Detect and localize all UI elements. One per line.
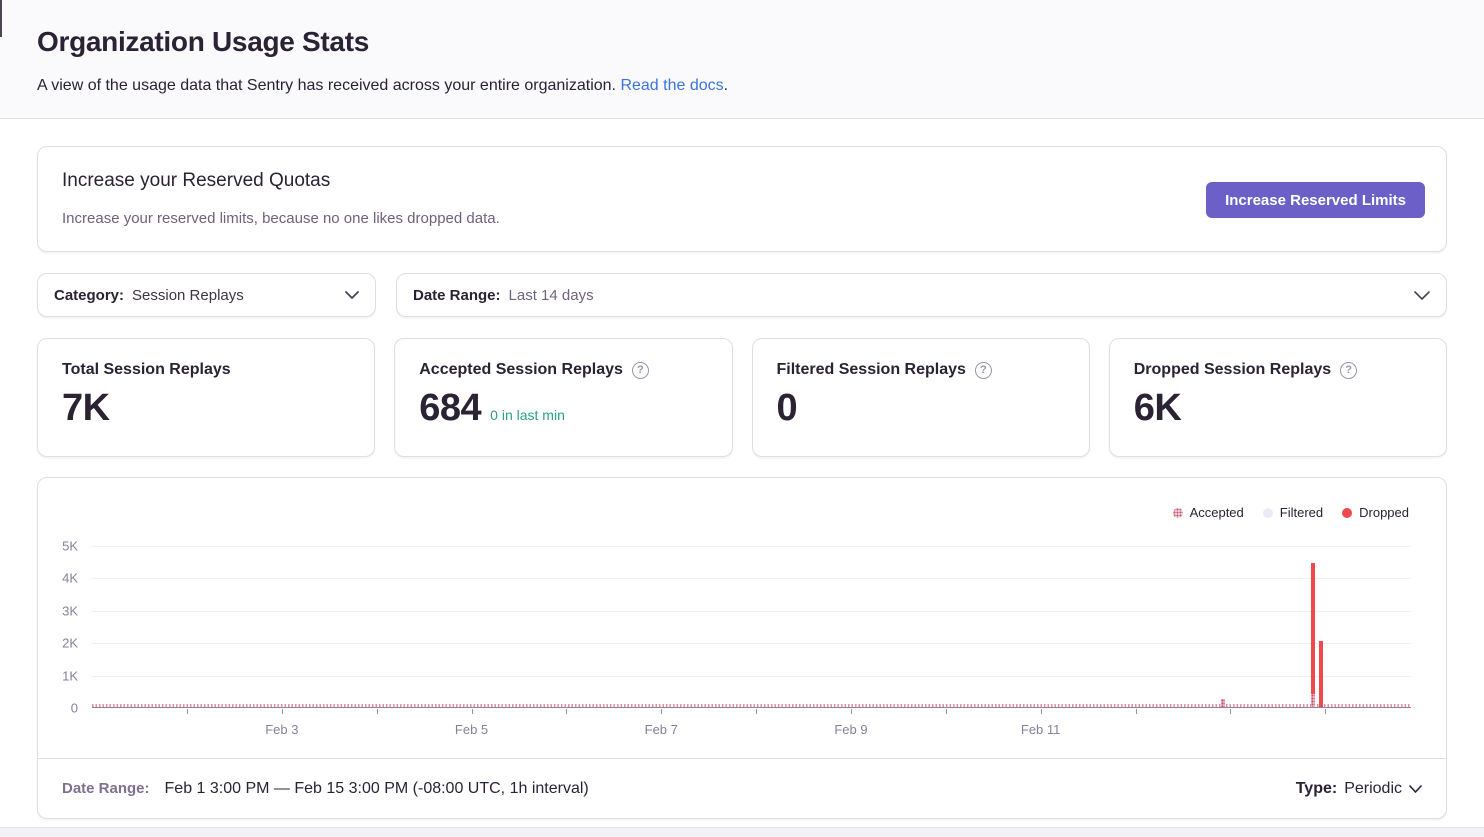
footer-date-range-value: Feb 1 3:00 PM — Feb 15 3:00 PM (-08:00 U… <box>165 780 589 798</box>
x-axis-tick <box>1230 709 1231 714</box>
page-header: Organization Usage Stats A view of the u… <box>0 0 1484 119</box>
stat-card-filtered: Filtered Session Replays ? 0 <box>752 338 1090 457</box>
y-axis-tick-label: 3K <box>62 603 78 618</box>
y-axis-tick-label: 4K <box>62 571 78 586</box>
page-subtitle-text: A view of the usage data that Sentry has… <box>37 77 616 94</box>
stat-card-accepted: Accepted Session Replays ? 684 0 in last… <box>394 338 732 457</box>
chevron-down-icon <box>345 291 359 299</box>
chart-type-value: Periodic <box>1344 780 1402 798</box>
stat-card-value: 684 <box>419 387 481 430</box>
chart-plot: 01K2K3K4K5KFeb 3Feb 5Feb 7Feb 9Feb 11 <box>92 546 1411 708</box>
x-axis-tick <box>472 709 473 714</box>
chart-footer: Date Range: Feb 1 3:00 PM — Feb 15 3:00 … <box>38 758 1446 818</box>
dropped-bar <box>1311 563 1315 707</box>
x-axis-tick <box>187 709 188 714</box>
gridline <box>92 676 1411 677</box>
usage-chart: Accepted Filtered Dropped 01K2K3K4K5KFeb… <box>38 478 1446 760</box>
x-axis-tick-label: Feb 11 <box>1021 722 1061 737</box>
x-axis-tick <box>282 709 283 714</box>
x-axis-tick <box>756 709 757 714</box>
footer-date-range-label: Date Range: <box>62 780 150 797</box>
dropped-series-marker-icon <box>1342 508 1352 518</box>
x-axis-tick <box>851 709 852 714</box>
quota-banner: Increase your Reserved Quotas Increase y… <box>37 146 1447 252</box>
category-filter-label: Category: <box>54 287 124 304</box>
gridline <box>92 578 1411 579</box>
y-axis-tick-label: 5K <box>62 539 78 554</box>
legend-label: Accepted <box>1190 505 1244 520</box>
category-filter-value: Session Replays <box>132 287 244 304</box>
legend-item-accepted[interactable]: Accepted <box>1173 505 1244 520</box>
date-range-filter-dropdown[interactable]: Date Range: Last 14 days <box>396 273 1447 317</box>
stat-cards-row: Total Session Replays 7K Accepted Sessio… <box>37 338 1447 457</box>
legend-item-dropped[interactable]: Dropped <box>1342 505 1409 520</box>
bottom-band <box>0 827 1484 837</box>
y-axis-tick-label: 1K <box>62 668 78 683</box>
chart-legend: Accepted Filtered Dropped <box>1173 505 1409 520</box>
chart-type-label: Type: <box>1296 780 1337 798</box>
category-filter-dropdown[interactable]: Category: Session Replays <box>37 273 376 317</box>
help-icon[interactable]: ? <box>1340 362 1357 379</box>
legend-label: Dropped <box>1359 505 1409 520</box>
x-axis-tick-label: Feb 9 <box>834 722 867 737</box>
y-axis-tick-label: 2K <box>62 636 78 651</box>
read-the-docs-link[interactable]: Read the docs <box>620 77 723 94</box>
help-icon[interactable]: ? <box>975 362 992 379</box>
x-axis-tick-label: Feb 5 <box>455 722 488 737</box>
stat-card-value: 0 <box>777 387 798 430</box>
increase-reserved-limits-button[interactable]: Increase Reserved Limits <box>1206 182 1425 218</box>
accepted-bar <box>1221 699 1225 707</box>
accepted-bar <box>1311 694 1315 707</box>
x-axis-tick-label: Feb 3 <box>265 722 298 737</box>
date-range-filter-label: Date Range: <box>413 287 501 304</box>
x-axis-tick <box>946 709 947 714</box>
stat-card-label: Total Session Replays <box>62 361 231 379</box>
x-axis-tick <box>377 709 378 714</box>
stat-card-label: Accepted Session Replays <box>419 361 623 379</box>
legend-label: Filtered <box>1280 505 1323 520</box>
x-axis-tick <box>1136 709 1137 714</box>
stat-card-note: 0 in last min <box>490 407 565 423</box>
x-axis-tick <box>566 709 567 714</box>
page-title: Organization Usage Stats <box>37 26 369 58</box>
date-range-filter-value: Last 14 days <box>509 287 594 304</box>
x-axis-tick <box>1325 709 1326 714</box>
chevron-down-icon <box>1409 780 1422 798</box>
y-axis-tick-label: 0 <box>71 701 78 716</box>
stat-card-label: Dropped Session Replays <box>1134 361 1331 379</box>
stat-card-total: Total Session Replays 7K <box>37 338 375 457</box>
stat-card-label: Filtered Session Replays <box>777 361 966 379</box>
x-axis-tick-label: Feb 7 <box>645 722 678 737</box>
window-edge-artifact <box>0 0 2 37</box>
legend-item-filtered[interactable]: Filtered <box>1263 505 1323 520</box>
dropped-bar <box>1319 641 1323 707</box>
accepted-series-marker-icon <box>1173 508 1183 518</box>
help-icon[interactable]: ? <box>632 362 649 379</box>
gridline <box>92 546 1411 547</box>
x-axis-tick <box>661 709 662 714</box>
page-subtitle: A view of the usage data that Sentry has… <box>37 77 728 95</box>
stat-card-dropped: Dropped Session Replays ? 6K <box>1109 338 1447 457</box>
usage-chart-panel: Accepted Filtered Dropped 01K2K3K4K5KFeb… <box>37 477 1447 819</box>
stat-card-value: 7K <box>62 387 110 430</box>
page-subtitle-period: . <box>724 77 728 94</box>
gridline <box>92 611 1411 612</box>
filtered-series-marker-icon <box>1263 508 1273 518</box>
accepted-baseline-series <box>92 704 1411 707</box>
chart-type-selector[interactable]: Type: Periodic <box>1296 780 1422 798</box>
x-axis-tick <box>1041 709 1042 714</box>
gridline <box>92 643 1411 644</box>
quota-banner-title: Increase your Reserved Quotas <box>62 170 330 192</box>
stat-card-value: 6K <box>1134 387 1182 430</box>
chevron-down-icon <box>1414 291 1430 300</box>
quota-banner-description: Increase your reserved limits, because n… <box>62 210 500 227</box>
